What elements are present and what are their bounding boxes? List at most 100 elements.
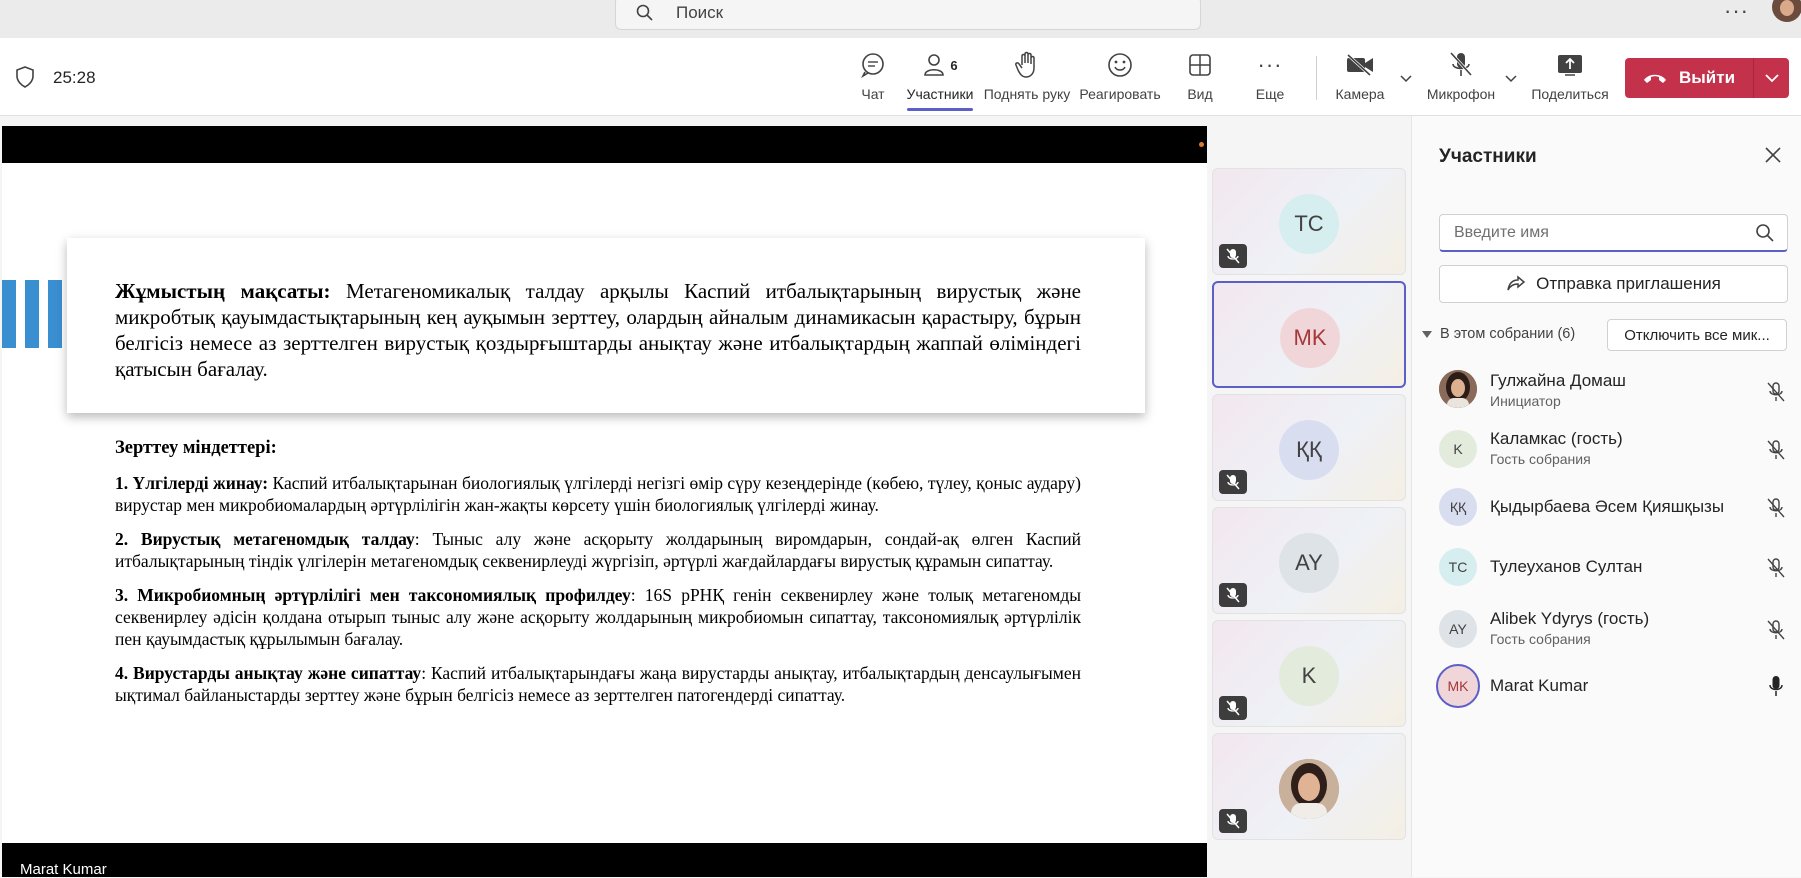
view-button[interactable]: Вид [1180, 50, 1220, 112]
avatar [1439, 370, 1477, 408]
leave-main[interactable]: Выйти [1625, 58, 1753, 98]
more-button[interactable]: ··· Еще [1250, 50, 1290, 112]
chat-button[interactable]: Чат [843, 50, 903, 112]
participant-row[interactable]: TC Тулеуханов Султан [1412, 542, 1801, 600]
participants-label: Участники [906, 86, 974, 102]
presenter-name: Marat Kumar [20, 861, 107, 878]
react-label: Реагировать [1079, 86, 1161, 102]
meeting-toolbar: 25:28 Чат 6 Участники Поднять руку Реаги… [0, 38, 1801, 116]
share-label: Поделиться [1531, 86, 1609, 102]
leave-options-button[interactable] [1754, 58, 1789, 98]
global-search-placeholder: Поиск [676, 3, 724, 22]
task-item: 2. Вирустық метагеномдық талдау: Тыныс а… [115, 528, 1081, 572]
participants-panel: Участники Отправка приглашения В этом со… [1411, 116, 1801, 877]
video-tile[interactable]: AY [1212, 507, 1406, 614]
share-button[interactable]: Поделиться [1530, 50, 1610, 112]
mic-off-icon [1219, 470, 1247, 494]
chevron-down-icon[interactable] [1505, 72, 1517, 84]
task-title: 2. Вирустық метагеномдық талдау [115, 529, 415, 549]
mic-off-icon[interactable] [1766, 497, 1786, 519]
recording-indicator [1199, 142, 1204, 147]
mic-off-icon [1219, 696, 1247, 720]
participant-row[interactable]: ҚҚ Қыдырбаева Әсем Қияшқызы [1412, 482, 1801, 540]
slide-decoration [2, 280, 66, 348]
avatar: AY [1439, 610, 1477, 648]
mic-off-icon [1449, 51, 1473, 77]
active-tab-indicator [907, 108, 973, 111]
participant-row[interactable]: AY Alibek Ydyrys (гость) Гость собрания [1412, 602, 1801, 660]
video-tile[interactable] [1212, 733, 1406, 840]
task-title: 4. Вирустарды анықтау және сипаттау [115, 663, 422, 683]
participant-row[interactable]: Гулжайна Домаш Инициатор [1412, 364, 1801, 422]
video-tile[interactable]: K [1212, 620, 1406, 727]
mic-icon[interactable] [1766, 675, 1786, 697]
chevron-down-icon[interactable] [1400, 72, 1412, 84]
mic-off-icon[interactable] [1766, 557, 1786, 579]
camera-button[interactable]: Камера [1335, 50, 1385, 112]
leave-button[interactable]: Выйти [1625, 58, 1789, 98]
participant-search-input[interactable] [1439, 214, 1788, 252]
more-horizontal-icon[interactable]: ··· [1724, 0, 1749, 24]
avatar: K [1439, 430, 1477, 468]
video-tile-active-speaker[interactable]: MK [1212, 281, 1406, 388]
camera-off-icon [1346, 53, 1373, 77]
panel-title: Участники [1439, 146, 1537, 167]
global-search-box[interactable]: Поиск [615, 0, 1201, 30]
view-label: Вид [1187, 86, 1213, 102]
more-horizontal-icon: ··· [1257, 52, 1283, 77]
avatar: AY [1279, 533, 1339, 593]
mic-off-icon[interactable] [1766, 619, 1786, 641]
participant-name: Alibek Ydyrys (гость) [1490, 609, 1650, 628]
participant-role: Гость собрания [1490, 451, 1591, 467]
emoji-icon [1108, 53, 1132, 77]
microphone-label: Микрофон [1426, 86, 1496, 102]
video-tile[interactable]: ҚҚ [1212, 394, 1406, 501]
more-label: Еще [1255, 86, 1285, 102]
tasks-heading: Зерттеу міндеттері: [115, 438, 277, 458]
video-tile[interactable]: TC [1212, 168, 1406, 275]
avatar: MK [1436, 664, 1480, 708]
participant-row[interactable]: K Каламкас (гость) Гость собрания [1412, 422, 1801, 480]
toolbar-divider [1316, 56, 1317, 100]
shared-screen: Жұмыстың мақсаты: Метагеномикалық талдау… [2, 126, 1207, 878]
title-bar: Поиск ··· [0, 0, 1801, 38]
share-arrow-icon [1507, 275, 1526, 291]
user-avatar[interactable] [1772, 0, 1801, 22]
mic-off-icon[interactable] [1766, 439, 1786, 461]
raise-hand-button[interactable]: Поднять руку [983, 50, 1071, 112]
react-button[interactable]: Реагировать [1079, 50, 1161, 112]
participant-name: Каламкас (гость) [1490, 429, 1623, 448]
avatar: MK [1280, 308, 1340, 368]
raise-hand-label: Поднять руку [983, 86, 1071, 102]
shield-icon[interactable] [15, 66, 35, 88]
send-invitation-button[interactable]: Отправка приглашения [1439, 265, 1788, 303]
search-icon[interactable] [1755, 223, 1775, 243]
mute-all-button[interactable]: Отключить все мик... [1607, 319, 1787, 351]
hand-icon [1015, 51, 1035, 78]
caret-down-icon [1422, 330, 1432, 338]
avatar: TC [1439, 548, 1477, 586]
mic-off-icon [1219, 809, 1247, 833]
task-item: 4. Вирустарды анықтау және сипаттау: Кас… [115, 662, 1081, 706]
microphone-button[interactable]: Микрофон [1426, 50, 1496, 112]
chat-icon [861, 53, 884, 78]
mic-off-icon[interactable] [1766, 381, 1786, 403]
mic-off-icon [1219, 244, 1247, 268]
shared-content-stage: Жұмыстың мақсаты: Метагеномикалық талдау… [0, 116, 1212, 878]
participant-name: Marat Kumar [1490, 676, 1589, 695]
participant-role: Инициатор [1490, 393, 1561, 409]
leave-label: Выйти [1679, 68, 1736, 87]
participant-role: Гость собрания [1490, 631, 1591, 647]
people-icon [924, 54, 945, 76]
close-icon[interactable] [1764, 146, 1782, 164]
avatar: K [1279, 646, 1339, 706]
goal-title: Жұмыстың мақсаты: [115, 279, 331, 303]
task-item: 1. Үлгілерді жинау: Каспий итбалықтарына… [115, 472, 1081, 516]
participant-row-self[interactable]: MK Marat Kumar [1412, 662, 1801, 720]
in-meeting-section-toggle[interactable]: В этом собрании (6) [1422, 326, 1575, 342]
grid-view-icon [1189, 54, 1211, 76]
task-title: 3. Микробиомның әртүрлілігі мен таксоном… [115, 585, 631, 605]
send-invitation-label: Отправка приглашения [1536, 274, 1721, 293]
search-icon [636, 4, 653, 21]
participants-button[interactable]: 6 Участники [905, 50, 975, 112]
